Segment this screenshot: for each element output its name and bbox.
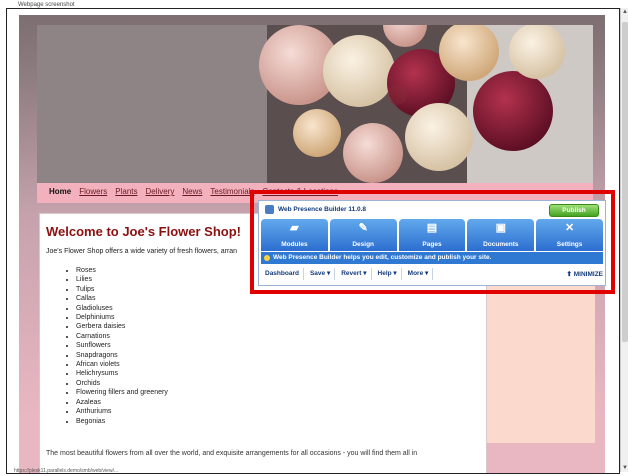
list-item: Sunflowers	[76, 341, 168, 350]
tab-label: Pages	[422, 241, 442, 248]
list-item: Gladioluses	[76, 304, 168, 313]
publish-label: Publish	[562, 207, 586, 214]
list-item: Gerbera daisies	[76, 322, 168, 331]
tab-settings[interactable]: ✕ Settings	[536, 219, 603, 251]
minimize-button[interactable]: ⬆ MINIMIZE	[567, 270, 604, 278]
list-item: Snapdragons	[76, 351, 168, 360]
web-presence-builder-panel: Web Presence Builder 11.0.8 Publish ▰ Mo…	[258, 200, 606, 286]
tab-label: Modules	[281, 241, 308, 248]
design-icon: ✎	[358, 222, 368, 234]
tab-modules[interactable]: ▰ Modules	[261, 219, 328, 251]
builder-toolbar: Dashboard Save ▾ Revert ▾ Help ▾ More ▾ …	[261, 267, 603, 281]
list-item: Azaleas	[76, 398, 168, 407]
nav-plants[interactable]: Plants	[115, 187, 137, 196]
pages-icon: ▤	[426, 222, 438, 234]
list-item: Carnations	[76, 332, 168, 341]
status-bar-url: https://plesk11.parallels.demo/smb/web/v…	[14, 468, 119, 474]
intro-text: Joe's Flower Shop offers a wide variety …	[46, 248, 238, 255]
list-item: Flowering fillers and greenery	[76, 388, 168, 397]
builder-title-text: Web Presence Builder 11.0.8	[278, 206, 367, 213]
list-item: Roses	[76, 266, 168, 275]
tab-label: Documents	[483, 241, 519, 248]
dashboard-button[interactable]: Dashboard	[261, 268, 304, 280]
hero-banner-roses-image	[37, 25, 593, 183]
scrollbar-thumb[interactable]	[622, 22, 628, 342]
builder-logo-icon	[265, 205, 274, 214]
page-title: Welcome to Joe's Flower Shop!	[46, 224, 241, 239]
scroll-up-icon[interactable]: ▲	[621, 8, 628, 16]
nav-delivery[interactable]: Delivery	[145, 187, 174, 196]
scroll-down-icon[interactable]: ▼	[621, 464, 628, 472]
revert-button[interactable]: Revert ▾	[337, 268, 372, 280]
tab-label: Design	[352, 241, 375, 248]
settings-icon: ✕	[564, 222, 575, 234]
list-item: Callas	[76, 294, 168, 303]
list-item: Begonias	[76, 417, 168, 426]
info-text: Web Presence Builder helps you edit, cus…	[273, 254, 492, 261]
help-button[interactable]: Help ▾	[374, 268, 402, 280]
nav-home[interactable]: Home	[49, 187, 71, 196]
save-button[interactable]: Save ▾	[306, 268, 336, 280]
flower-list: Roses Lilies Tulips Callas Gladioluses D…	[66, 266, 168, 426]
list-item: Tulips	[76, 285, 168, 294]
builder-tabs: ▰ Modules ✎ Design ▤ Pages ▣ Documents ✕…	[261, 219, 603, 251]
more-button[interactable]: More ▾	[404, 268, 434, 280]
tab-documents[interactable]: ▣ Documents	[467, 219, 535, 251]
tab-pages[interactable]: ▤ Pages	[398, 219, 466, 251]
vertical-scrollbar[interactable]: ▲ ▼	[620, 8, 628, 472]
nav-testimonials[interactable]: Testimonials	[210, 187, 254, 196]
info-bar: Web Presence Builder helps you edit, cus…	[261, 252, 603, 264]
list-item: Lilies	[76, 275, 168, 284]
list-item: African violets	[76, 360, 168, 369]
footer-text: The most beautiful flowers from all over…	[46, 450, 418, 457]
builder-title: Web Presence Builder 11.0.8	[265, 205, 366, 214]
nav-news[interactable]: News	[182, 187, 202, 196]
nav-flowers[interactable]: Flowers	[79, 187, 107, 196]
lightbulb-icon	[264, 255, 270, 261]
tab-label: Settings	[556, 241, 583, 248]
documents-icon: ▣	[495, 222, 506, 234]
tab-design[interactable]: ✎ Design	[329, 219, 397, 251]
modules-icon: ▰	[290, 222, 299, 234]
list-item: Delphiniums	[76, 313, 168, 322]
list-item: Anthuriums	[76, 407, 168, 416]
list-item: Orchids	[76, 379, 168, 388]
list-item: Helichrysums	[76, 369, 168, 378]
publish-button[interactable]: Publish	[549, 204, 599, 217]
